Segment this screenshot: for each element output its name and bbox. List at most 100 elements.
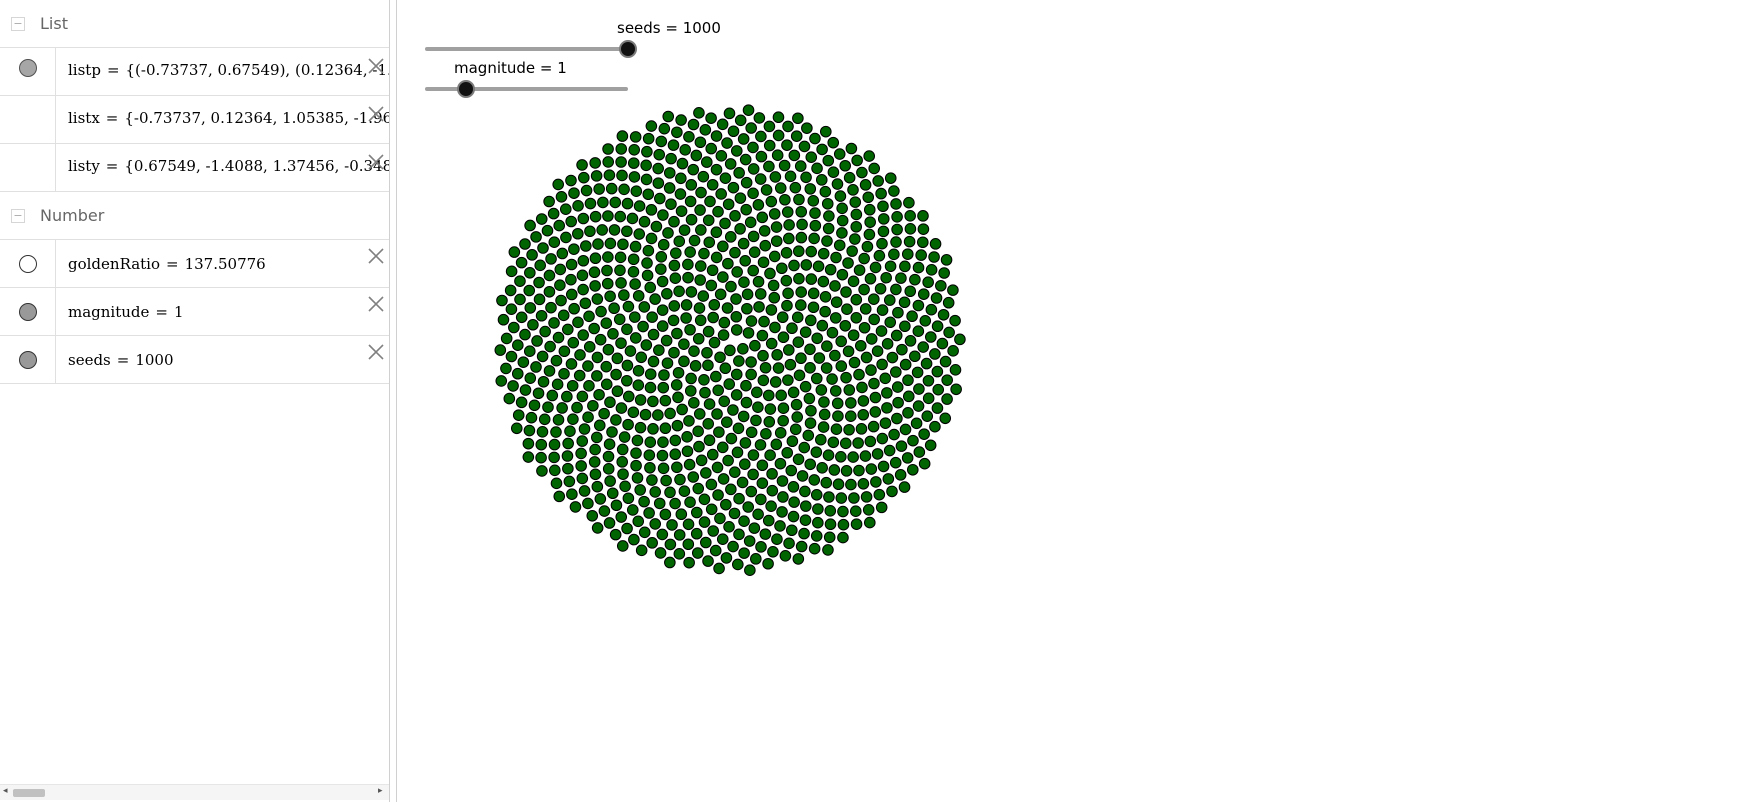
seed-point (808, 542, 821, 555)
algebra-row-magnitude[interactable]: magnitude = 1 (0, 288, 392, 336)
seed-point (912, 400, 925, 412)
seed-point (792, 553, 805, 565)
seed-point (743, 535, 756, 547)
algebra-expression[interactable]: listp = {(-0.73737, 0.67549), (0.12364, -1… (68, 61, 392, 79)
seed-point (525, 411, 538, 424)
visibility-toggle[interactable] (19, 303, 37, 321)
seed-point (514, 275, 526, 287)
seed-point (768, 291, 781, 304)
collapse-number-button[interactable]: − (11, 209, 25, 223)
seed-point (768, 250, 781, 263)
visibility-toggle[interactable] (19, 59, 37, 77)
seed-point (901, 452, 914, 464)
seed-point (700, 536, 712, 549)
seed-point (690, 149, 703, 162)
seed-point (621, 225, 633, 238)
seed-point (662, 227, 674, 239)
close-icon[interactable] (366, 294, 386, 314)
seed-point (758, 315, 770, 328)
collapse-list-button[interactable]: − (11, 17, 25, 31)
seed-point (721, 137, 733, 149)
seed-point (922, 392, 935, 405)
slider-label-seeds: seeds = 1000 (617, 19, 721, 37)
seed-point (783, 219, 795, 231)
slider-track-seeds[interactable] (425, 47, 628, 51)
seed-point (816, 143, 828, 156)
seed-point (868, 377, 880, 390)
seed-point (710, 251, 723, 264)
seed-point (634, 421, 647, 434)
algebra-row-listp[interactable]: listp = {(-0.73737, 0.67549), (0.12364, -1… (0, 48, 392, 96)
graphics-view[interactable]: seeds = 1000 magnitude = 1 (397, 0, 1745, 802)
seed-point (805, 404, 817, 417)
seed-point (740, 176, 753, 189)
slider-thumb-seeds[interactable] (619, 40, 637, 58)
seed-point (850, 220, 863, 233)
seed-point (799, 485, 811, 498)
visibility-toggle[interactable] (19, 255, 37, 273)
algebra-expression[interactable]: goldenRatio = 137.50776 (68, 255, 266, 273)
scroll-right-icon[interactable]: ▸ (378, 786, 383, 796)
visibility-toggle[interactable] (19, 351, 37, 369)
seed-point (519, 238, 531, 250)
seed-point (593, 388, 605, 401)
seed-point (753, 112, 766, 124)
close-icon[interactable] (366, 342, 386, 362)
seed-point (759, 528, 772, 540)
seed-point (622, 492, 635, 505)
algebra-row-listy[interactable]: listy = {0.67549, -1.4088, 1.37456, -0.348… (0, 144, 392, 192)
group-header-number[interactable]: − Number (0, 192, 392, 240)
group-header-list[interactable]: − List (0, 0, 392, 48)
scroll-left-icon[interactable]: ◂ (3, 786, 8, 796)
close-icon[interactable] (366, 152, 386, 172)
seed-point (730, 389, 743, 401)
algebra-expression[interactable]: seeds = 1000 (68, 351, 174, 369)
seed-point (827, 136, 840, 149)
algebra-row-goldenratio[interactable]: goldenRatio = 137.50776 (0, 240, 392, 288)
seed-point (791, 311, 804, 324)
seed-point (764, 449, 776, 462)
seed-point (910, 417, 923, 430)
seed-point (808, 474, 821, 486)
algebra-row-listx[interactable]: listx = {-0.73737, 0.12364, 1.05385, -1.96… (0, 96, 392, 144)
close-icon[interactable] (366, 246, 386, 266)
seed-point (666, 519, 678, 531)
algebra-expression[interactable]: magnitude = 1 (68, 303, 184, 321)
seed-point (751, 386, 763, 399)
seed-point (614, 210, 627, 223)
seed-point (884, 260, 897, 273)
scrollbar-thumb[interactable] (13, 789, 45, 797)
seed-point (755, 130, 767, 143)
algebra-row-seeds[interactable]: seeds = 1000 (0, 336, 392, 384)
seed-point (911, 366, 924, 379)
seed-point (606, 426, 618, 438)
seed-point (670, 247, 682, 259)
view-splitter[interactable] (389, 0, 397, 802)
seed-point (800, 500, 812, 512)
close-icon[interactable] (366, 56, 386, 76)
seed-point (705, 112, 717, 124)
seed-point (755, 150, 768, 163)
seed-point (702, 418, 715, 430)
seed-point (745, 356, 757, 368)
seed-point (600, 317, 613, 330)
seed-point (899, 423, 912, 436)
seed-point (819, 305, 831, 318)
horizontal-scrollbar[interactable]: ◂ ▸ (0, 784, 389, 800)
seed-point (849, 505, 862, 518)
seed-point (904, 285, 917, 298)
algebra-expression[interactable]: listy = {0.67549, -1.4088, 1.37456, -0.348… (68, 157, 392, 175)
slider-thumb-magnitude[interactable] (456, 80, 475, 98)
close-icon[interactable] (366, 104, 386, 124)
seed-point (578, 485, 591, 497)
seed-point (591, 293, 604, 305)
seed-point (543, 285, 556, 298)
seed-point (543, 195, 555, 208)
seed-point (600, 378, 613, 391)
algebra-expression[interactable]: listx = {-0.73737, 0.12364, 1.05385, -1.96… (68, 109, 392, 127)
seed-point (606, 487, 619, 500)
slider-track-magnitude[interactable] (425, 87, 628, 91)
seed-point (597, 196, 609, 209)
seed-point (796, 218, 808, 231)
seed-point (640, 159, 652, 172)
